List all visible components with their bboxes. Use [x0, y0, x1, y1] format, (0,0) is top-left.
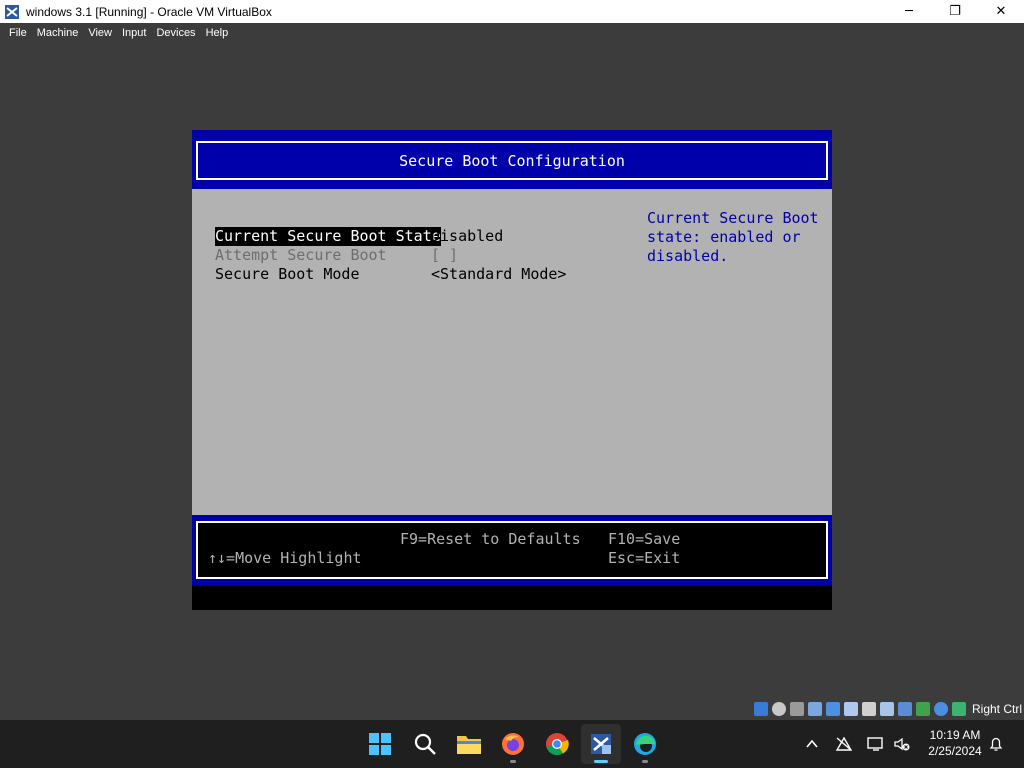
start-button[interactable] — [360, 724, 400, 764]
virtualbox-app-icon — [4, 4, 20, 20]
virtualbox-taskbar-button[interactable] — [581, 724, 621, 764]
firefox-button[interactable] — [493, 724, 533, 764]
bios-title: Secure Boot Configuration — [196, 141, 828, 180]
bios-header: Secure Boot Configuration — [192, 130, 832, 189]
host-key-label: Right Ctrl — [971, 702, 1022, 716]
floppy-icon[interactable] — [789, 702, 804, 716]
help-line: disabled. — [647, 247, 729, 265]
chrome-button[interactable] — [537, 724, 577, 764]
search-icon — [414, 733, 436, 755]
title-bar: windows 3.1 [Running] - Oracle VM Virtua… — [0, 0, 1024, 23]
key-help-save: F10=Save — [608, 530, 681, 548]
start-icon — [369, 733, 391, 755]
bios-bottom-bar — [192, 585, 832, 610]
optical-drive-icon[interactable] — [771, 702, 786, 716]
bios-footer: F9=Reset to Defaults F10=Save ↑↓=Move Hi… — [192, 515, 832, 585]
cpu-icon[interactable] — [915, 702, 930, 716]
window-title: windows 3.1 [Running] - Oracle VM Virtua… — [26, 4, 272, 19]
clock[interactable]: 10:19 AM 2/25/2024 — [916, 727, 994, 759]
display-icon[interactable] — [879, 702, 894, 716]
audio-icon[interactable] — [807, 702, 822, 716]
menu-bar: File Machine View Input Devices Help — [0, 23, 1024, 42]
menu-file[interactable]: File — [4, 27, 32, 39]
virtualbox-icon — [591, 734, 611, 754]
value-current-secure-boot-state: Disabled — [431, 227, 504, 245]
file-explorer-button[interactable] — [449, 724, 489, 764]
key-help-reset: F9=Reset to Defaults — [400, 530, 581, 548]
network-icon[interactable] — [825, 702, 840, 716]
menu-machine[interactable]: Machine — [32, 27, 84, 39]
clock-date: 2/25/2024 — [928, 744, 982, 758]
running-indicator — [642, 760, 648, 763]
edge-button[interactable] — [625, 724, 665, 764]
running-indicator — [510, 760, 516, 763]
menu-input[interactable]: Input — [117, 27, 151, 39]
option-secure-boot-mode[interactable]: Secure Boot Mode — [215, 265, 360, 284]
network-disconnected-icon[interactable] — [834, 734, 854, 754]
firefox-icon — [502, 733, 524, 755]
key-help-exit: Esc=Exit — [608, 549, 681, 567]
help-line: state: enabled or — [647, 228, 801, 246]
close-button[interactable]: ✕ — [978, 0, 1024, 23]
notification-bell-icon[interactable] — [986, 734, 1006, 754]
minimize-button[interactable]: ─ — [886, 0, 932, 23]
guest-additions-icon[interactable] — [933, 702, 948, 716]
checkbox-attempt-secure-boot: [ ] — [431, 246, 459, 264]
maximize-button[interactable]: ❐ — [932, 0, 978, 23]
menu-view[interactable]: View — [83, 27, 117, 39]
key-help-box: F9=Reset to Defaults F10=Save ↑↓=Move Hi… — [196, 521, 828, 579]
chrome-icon — [546, 733, 569, 756]
key-help-move: ↑↓=Move Highlight — [208, 549, 362, 567]
vm-status-bar: Right Ctrl — [753, 699, 1024, 719]
hard-disk-icon[interactable] — [753, 702, 768, 716]
search-button[interactable] — [405, 724, 445, 764]
file-explorer-icon — [457, 736, 481, 754]
chevron-up-icon[interactable] — [802, 734, 822, 754]
vm-display[interactable]: Secure Boot Configuration Current Secure… — [192, 130, 832, 610]
mouse-integration-icon[interactable] — [951, 702, 966, 716]
help-text: Current Secure Boot state: enabled or di… — [647, 209, 827, 266]
display-status-icon[interactable] — [866, 734, 886, 754]
volume-muted-icon[interactable] — [892, 734, 912, 754]
menu-devices[interactable]: Devices — [151, 27, 200, 39]
recording-icon[interactable] — [897, 702, 912, 716]
value-secure-boot-mode[interactable]: <Standard Mode> — [431, 265, 566, 284]
edge-icon — [634, 733, 656, 755]
help-line: Current Secure Boot — [647, 209, 819, 227]
clock-time: 10:19 AM — [929, 728, 981, 742]
usb-icon[interactable] — [843, 702, 858, 716]
menu-help[interactable]: Help — [201, 27, 234, 39]
active-indicator — [594, 760, 608, 763]
option-attempt-secure-boot: Attempt Secure Boot — [215, 246, 387, 264]
option-current-secure-boot-state[interactable]: Current Secure Boot State — [215, 227, 441, 246]
shared-folders-icon[interactable] — [861, 702, 876, 716]
